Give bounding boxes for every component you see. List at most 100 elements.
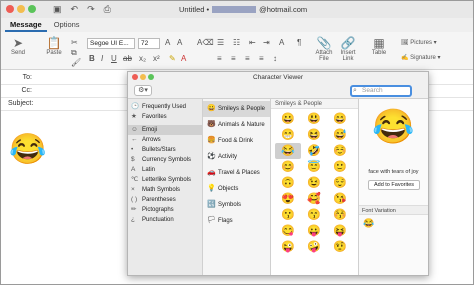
- tab-options[interactable]: Options: [49, 18, 85, 32]
- category-latin[interactable]: A Latin: [128, 165, 202, 175]
- search-field[interactable]: ⌕ Search: [350, 85, 412, 97]
- tab-message[interactable]: Message: [5, 18, 47, 32]
- subcategory-animals-nature[interactable]: 🐻 Animals & Nature: [203, 117, 270, 133]
- close-button[interactable]: [6, 5, 14, 13]
- shrink-font-icon[interactable]: A: [177, 38, 182, 47]
- emoji-cell[interactable]: 🤣: [301, 143, 327, 159]
- emoji-cell[interactable]: 😂: [275, 143, 301, 159]
- emoji-cell[interactable]: 😝: [327, 223, 353, 239]
- category-emoji[interactable]: ☺ Emoji: [128, 125, 202, 135]
- emoji-cell[interactable]: 😙: [301, 207, 327, 223]
- font-name-select[interactable]: Segoe UI E...: [87, 38, 135, 49]
- format-painter-icon[interactable]: 🖌: [71, 58, 81, 67]
- cv-close-button[interactable]: [132, 74, 138, 80]
- minimize-button[interactable]: [17, 5, 25, 13]
- emoji-cell[interactable]: 😇: [301, 159, 327, 175]
- align-right-icon[interactable]: ≡: [245, 54, 250, 63]
- styles-icon[interactable]: A: [279, 38, 284, 47]
- emoji-cell[interactable]: 🙂: [327, 159, 353, 175]
- bullets-icon[interactable]: ☰: [217, 38, 224, 47]
- emoji-cell[interactable]: 😍: [275, 191, 301, 207]
- font-color-icon[interactable]: A: [181, 54, 186, 63]
- copy-icon[interactable]: ⧉: [71, 48, 77, 58]
- message-body-emoji[interactable]: 😂: [9, 135, 46, 165]
- cv-minimize-button[interactable]: [140, 74, 146, 80]
- numbering-icon[interactable]: ☷: [233, 38, 240, 47]
- font-variation-emoji[interactable]: 😂: [363, 218, 374, 229]
- attach-file-button[interactable]: 📎 Attach File: [313, 36, 335, 62]
- clear-format-icon[interactable]: A⌫: [197, 38, 214, 47]
- insert-link-button[interactable]: 🔗 Insert Link: [337, 36, 359, 62]
- emoji-cell[interactable]: 😚: [327, 207, 353, 223]
- superscript-icon[interactable]: x²: [153, 54, 160, 63]
- maximize-button[interactable]: [28, 5, 36, 13]
- subcategory-objects[interactable]: 💡 Objects: [203, 181, 270, 197]
- subcategory-travel-places[interactable]: 🚗 Travel & Places: [203, 165, 270, 181]
- italic-icon[interactable]: I: [101, 54, 103, 63]
- emoji-cell[interactable]: 😄: [327, 111, 353, 127]
- print-icon[interactable]: ⎙: [104, 4, 111, 15]
- subcategory-symbols[interactable]: 🔣 Symbols: [203, 197, 270, 213]
- emoji-cell[interactable]: 🙃: [275, 175, 301, 191]
- emoji-cell[interactable]: 😆: [301, 127, 327, 143]
- paste-button[interactable]: 📋 Paste: [43, 36, 65, 56]
- category-letterlike[interactable]: ℃ Letterlike Symbols: [128, 175, 202, 185]
- strikethrough-icon[interactable]: ab: [123, 54, 132, 63]
- table-button[interactable]: ▦ Table: [367, 36, 391, 56]
- grow-font-icon[interactable]: A: [165, 38, 170, 47]
- category-math[interactable]: × Math Symbols: [128, 185, 202, 195]
- emoji-cell[interactable]: 🤪: [301, 239, 327, 255]
- category-currency[interactable]: $ Currency Symbols: [128, 155, 202, 165]
- emoji-cell[interactable]: 😊: [275, 159, 301, 175]
- emoji-cell[interactable]: 😁: [275, 127, 301, 143]
- save-icon[interactable]: ▣: [53, 4, 62, 15]
- underline-icon[interactable]: U: [111, 54, 117, 63]
- emoji-cell[interactable]: 😘: [327, 191, 353, 207]
- send-label: Send: [10, 50, 25, 56]
- subcategory-flags[interactable]: 🏳 Flags: [203, 213, 270, 229]
- category-parentheses[interactable]: ( ) Parentheses: [128, 195, 202, 205]
- subcategory-activity[interactable]: ⚽ Activity: [203, 149, 270, 165]
- category-bullets-stars[interactable]: • Bullets/Stars: [128, 145, 202, 155]
- category-arrows[interactable]: ← Arrows: [128, 135, 202, 145]
- category-label: Math Symbols: [142, 187, 181, 193]
- indent-icon[interactable]: ⇥: [263, 38, 270, 47]
- subscript-icon[interactable]: x₂: [139, 54, 146, 63]
- line-spacing-icon[interactable]: ↕: [273, 54, 277, 63]
- add-to-favorites-button[interactable]: Add to Favorites: [368, 180, 420, 190]
- outdent-icon[interactable]: ⇤: [249, 38, 256, 47]
- font-size-select[interactable]: 72: [138, 38, 160, 49]
- subcategory-food-drink[interactable]: 🍔 Food & Drink: [203, 133, 270, 149]
- cv-maximize-button[interactable]: [148, 74, 154, 80]
- cut-icon[interactable]: ✂: [71, 38, 78, 47]
- emoji-cell[interactable]: 😋: [275, 223, 301, 239]
- undo-icon[interactable]: ↶: [71, 4, 79, 15]
- signature-button[interactable]: ✍ Signature ▾: [401, 54, 453, 61]
- emoji-cell[interactable]: 😛: [301, 223, 327, 239]
- pictures-button[interactable]: 🖼 Pictures ▾: [401, 39, 449, 46]
- subcategory-smileys-people[interactable]: 😀 Smileys & People: [203, 101, 270, 117]
- bold-icon[interactable]: B: [89, 54, 95, 63]
- emoji-cell[interactable]: 😉: [301, 175, 327, 191]
- emoji-cell[interactable]: 😃: [301, 111, 327, 127]
- emoji-cell[interactable]: 😀: [275, 111, 301, 127]
- emoji-cell[interactable]: 🥰: [301, 191, 327, 207]
- align-center-icon[interactable]: ≡: [231, 54, 236, 63]
- highlight-icon[interactable]: ✎: [169, 54, 176, 63]
- send-button[interactable]: ➤ Send: [7, 36, 29, 56]
- emoji-cell[interactable]: ☺️: [327, 143, 353, 159]
- category-favorites[interactable]: ★ Favorites: [128, 112, 202, 122]
- gear-icon[interactable]: ⚙▾: [134, 85, 152, 96]
- emoji-cell[interactable]: 😜: [275, 239, 301, 255]
- redo-icon[interactable]: ↷: [87, 4, 95, 15]
- emoji-cell[interactable]: 😅: [327, 127, 353, 143]
- emoji-cell[interactable]: 😌: [327, 175, 353, 191]
- emoji-cell[interactable]: 😗: [275, 207, 301, 223]
- emoji-cell[interactable]: 🤨: [327, 239, 353, 255]
- category-pictographs[interactable]: ✏ Pictographs: [128, 205, 202, 215]
- paragraph-icon[interactable]: ¶: [297, 38, 301, 47]
- category-punctuation[interactable]: ¿ Punctuation: [128, 215, 202, 225]
- align-left-icon[interactable]: ≡: [217, 54, 222, 63]
- category-frequently-used[interactable]: 🕒 Frequently Used: [128, 102, 202, 112]
- justify-icon[interactable]: ≡: [259, 54, 264, 63]
